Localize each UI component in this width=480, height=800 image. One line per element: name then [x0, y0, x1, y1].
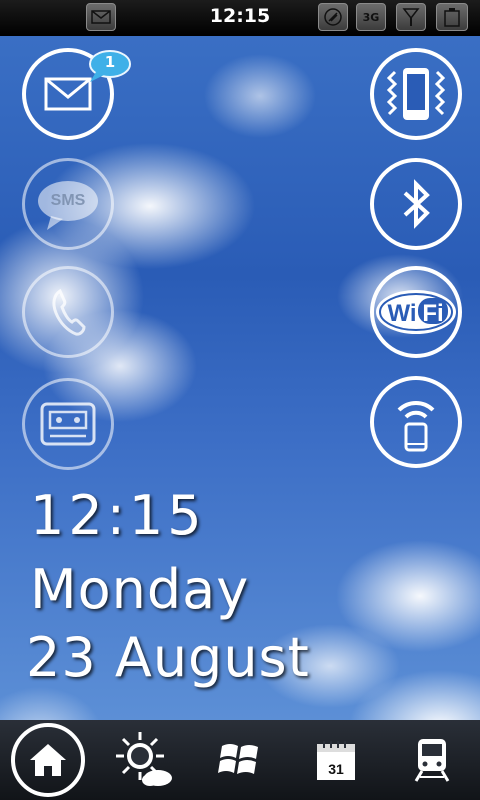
- clock-time: 12:15: [30, 484, 206, 547]
- wifi-label-wi: Wi: [387, 300, 416, 327]
- voicemail-icon: [40, 402, 96, 446]
- phone-icon: [52, 288, 86, 336]
- email-unread-count: 1: [104, 53, 116, 71]
- dock-bar: 31: [0, 720, 480, 800]
- dock-weather[interactable]: [96, 720, 192, 800]
- wifi-label-fi: Fi: [422, 300, 443, 327]
- vibrate-button[interactable]: [370, 48, 462, 140]
- signal-icon: [396, 3, 426, 31]
- home-button[interactable]: [11, 723, 85, 797]
- sms-button[interactable]: SMS: [22, 158, 114, 250]
- bluetooth-button[interactable]: [370, 158, 462, 250]
- calendar-icon: 31: [317, 741, 355, 780]
- wifi-icon: Wi Fi: [376, 290, 456, 334]
- clock-date: 23 August: [26, 626, 310, 689]
- bluetooth-icon: [403, 179, 430, 229]
- wifi-button[interactable]: Wi Fi: [370, 266, 462, 358]
- phone-button[interactable]: [22, 266, 114, 358]
- clock-day: Monday: [30, 558, 250, 621]
- voicemail-button[interactable]: [22, 378, 114, 470]
- message-icon[interactable]: [86, 3, 116, 31]
- hotspot-icon: [397, 400, 435, 452]
- dock-train[interactable]: [384, 720, 480, 800]
- weather-icon: [116, 732, 172, 786]
- windows-icon: [218, 744, 258, 774]
- status-time: 12:15: [209, 5, 271, 27]
- train-icon: [414, 739, 450, 782]
- calendar-day-number: 31: [328, 761, 344, 777]
- dock-calendar[interactable]: 31: [288, 720, 384, 800]
- email-unread-badge: 1: [88, 50, 132, 84]
- sms-label: SMS: [50, 192, 86, 209]
- vibrate-icon: [386, 68, 446, 120]
- dock-windows[interactable]: [192, 720, 288, 800]
- dock-home[interactable]: [0, 720, 96, 800]
- status-bar: 12:15 3G: [0, 0, 480, 36]
- hotspot-button[interactable]: [370, 376, 462, 468]
- battery-icon: [436, 3, 468, 31]
- email-icon: [44, 77, 92, 111]
- home-icon: [30, 744, 66, 776]
- 3g-icon: 3G: [356, 3, 386, 31]
- sync-icon[interactable]: [318, 3, 348, 31]
- network-type-label: 3G: [362, 10, 380, 24]
